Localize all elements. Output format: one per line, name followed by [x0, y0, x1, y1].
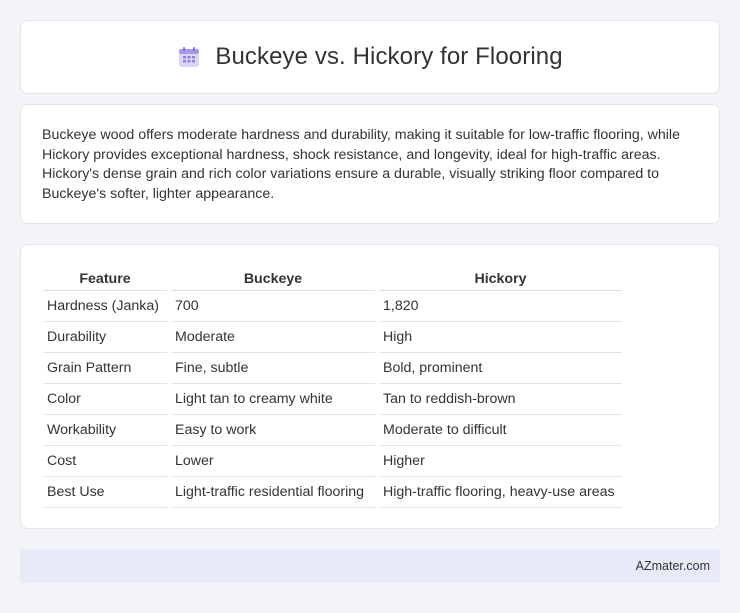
header-feature: Feature [43, 265, 167, 291]
table-row: Best Use Light-traffic residential floor… [43, 477, 622, 508]
cell-buckeye: Easy to work [171, 415, 375, 446]
cell-feature: Durability [43, 322, 167, 353]
cell-hickory: High-traffic flooring, heavy-use areas [379, 477, 622, 508]
header-buckeye: Buckeye [171, 265, 375, 291]
cell-hickory: 1,820 [379, 291, 622, 322]
page-title: Buckeye vs. Hickory for Flooring [215, 43, 563, 70]
cell-buckeye: 700 [171, 291, 375, 322]
comparison-table-card: Feature Buckeye Hickory Hardness (Janka)… [20, 244, 720, 529]
cell-buckeye: Lower [171, 446, 375, 477]
summary-text: Buckeye wood offers moderate hardness an… [42, 127, 680, 202]
cell-feature: Grain Pattern [43, 353, 167, 384]
cell-buckeye: Fine, subtle [171, 353, 375, 384]
table-row: Hardness (Janka) 700 1,820 [43, 291, 622, 322]
footer-bar: AZmater.com [20, 549, 720, 583]
table-row: Workability Easy to work Moderate to dif… [43, 415, 622, 446]
header-hickory: Hickory [379, 265, 622, 291]
cell-feature: Color [43, 384, 167, 415]
table-row: Color Light tan to creamy white Tan to r… [43, 384, 622, 415]
summary-card: Buckeye wood offers moderate hardness an… [20, 104, 720, 224]
cell-buckeye: Light-traffic residential flooring [171, 477, 375, 508]
comparison-table: Feature Buckeye Hickory Hardness (Janka)… [39, 265, 626, 508]
calendar-icon [177, 45, 201, 69]
cell-hickory: Tan to reddish-brown [379, 384, 622, 415]
cell-hickory: Moderate to difficult [379, 415, 622, 446]
cell-feature: Best Use [43, 477, 167, 508]
cell-feature: Workability [43, 415, 167, 446]
cell-feature: Cost [43, 446, 167, 477]
header-card: Buckeye vs. Hickory for Flooring [20, 20, 720, 94]
title-wrap: Buckeye vs. Hickory for Flooring [177, 43, 563, 71]
cell-hickory: Bold, prominent [379, 353, 622, 384]
table-row: Grain Pattern Fine, subtle Bold, promine… [43, 353, 622, 384]
cell-buckeye: Moderate [171, 322, 375, 353]
table-row: Cost Lower Higher [43, 446, 622, 477]
table-header-row: Feature Buckeye Hickory [43, 265, 622, 291]
footer-site-link[interactable]: AZmater.com [636, 559, 710, 573]
cell-feature: Hardness (Janka) [43, 291, 167, 322]
cell-hickory: High [379, 322, 622, 353]
cell-hickory: Higher [379, 446, 622, 477]
table-row: Durability Moderate High [43, 322, 622, 353]
cell-buckeye: Light tan to creamy white [171, 384, 375, 415]
